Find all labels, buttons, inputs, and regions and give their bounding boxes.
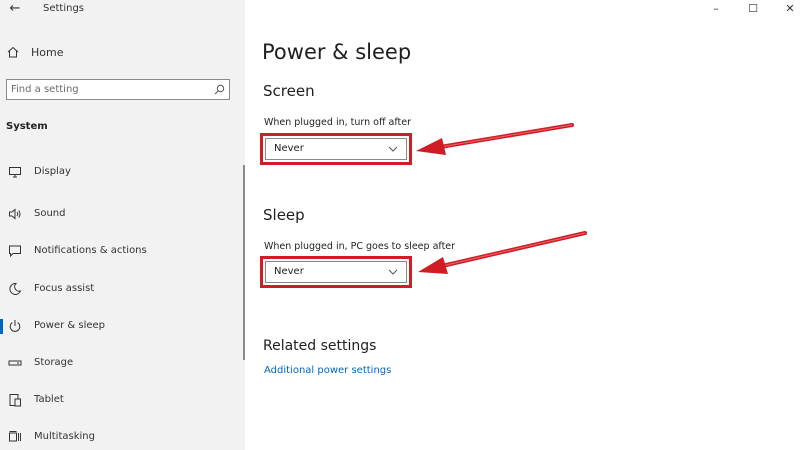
sidebar-item-label: Focus assist	[34, 283, 95, 294]
app-title: Settings	[43, 3, 85, 14]
page-title: Power & sleep	[262, 40, 412, 64]
sidebar-item-power-sleep[interactable]: Power & sleep	[0, 313, 240, 339]
sidebar-item-label: Display	[34, 166, 71, 177]
back-button[interactable]: ←	[6, 0, 24, 18]
monitor-icon	[9, 167, 21, 178]
sidebar-scrollbar[interactable]	[243, 165, 245, 360]
sidebar-item-label: Multitasking	[34, 431, 95, 442]
sidebar-item-tablet[interactable]: Tablet	[0, 387, 240, 413]
storage-icon	[8, 360, 22, 366]
sidebar-item-multitasking[interactable]: Multitasking	[0, 424, 240, 450]
related-settings-heading: Related settings	[263, 338, 377, 354]
multitasking-icon	[9, 431, 21, 442]
sidebar-item-focus-assist[interactable]: Focus assist	[0, 276, 240, 302]
additional-power-settings-link[interactable]: Additional power settings	[264, 365, 391, 376]
settings-window: ← Settings Home System Display	[0, 0, 800, 450]
search-box[interactable]	[6, 79, 230, 100]
home-icon	[7, 46, 19, 58]
annotation-arrow-screen	[416, 123, 574, 155]
annotation-arrow-sleep	[418, 231, 587, 274]
screen-plugged-in-label: When plugged in, turn off after	[264, 117, 412, 128]
sleep-timeout-dropdown[interactable]: Never	[265, 261, 407, 283]
speaker-icon	[9, 208, 21, 220]
sleep-plugged-in-label: When plugged in, PC goes to sleep after	[264, 241, 456, 252]
sidebar-item-label: Tablet	[34, 394, 64, 405]
sidebar-item-label: Storage	[34, 357, 74, 368]
chevron-down-icon	[388, 146, 398, 152]
section-label: System	[6, 121, 48, 132]
sidebar-item-sound[interactable]: Sound	[0, 201, 240, 227]
close-button[interactable]: ✕	[775, 0, 800, 18]
sidebar: ← Settings Home System Display	[0, 0, 245, 450]
dropdown-value: Never	[274, 266, 304, 277]
sidebar-item-display[interactable]: Display	[0, 159, 240, 185]
screen-timeout-dropdown[interactable]: Never	[265, 138, 407, 160]
power-icon	[9, 320, 21, 332]
chevron-down-icon	[388, 269, 398, 275]
notifications-icon	[9, 245, 21, 258]
moon-icon	[9, 282, 22, 295]
search-input[interactable]	[7, 80, 207, 99]
sidebar-item-label: Notifications & actions	[34, 245, 147, 256]
dropdown-value: Never	[274, 143, 304, 154]
sidebar-item-home[interactable]: Home	[0, 40, 245, 66]
tablet-icon	[9, 394, 21, 407]
minimize-button[interactable]: –	[701, 0, 731, 18]
sidebar-item-label: Power & sleep	[34, 320, 106, 331]
search-icon[interactable]	[214, 84, 225, 95]
screen-heading: Screen	[263, 82, 315, 100]
sidebar-item-label: Sound	[34, 208, 66, 219]
sidebar-item-storage[interactable]: Storage	[0, 350, 240, 376]
sidebar-item-label: Home	[31, 46, 64, 59]
sidebar-item-notifications[interactable]: Notifications & actions	[0, 238, 240, 264]
maximize-button[interactable]: ☐	[738, 0, 768, 18]
sleep-heading: Sleep	[263, 206, 305, 224]
